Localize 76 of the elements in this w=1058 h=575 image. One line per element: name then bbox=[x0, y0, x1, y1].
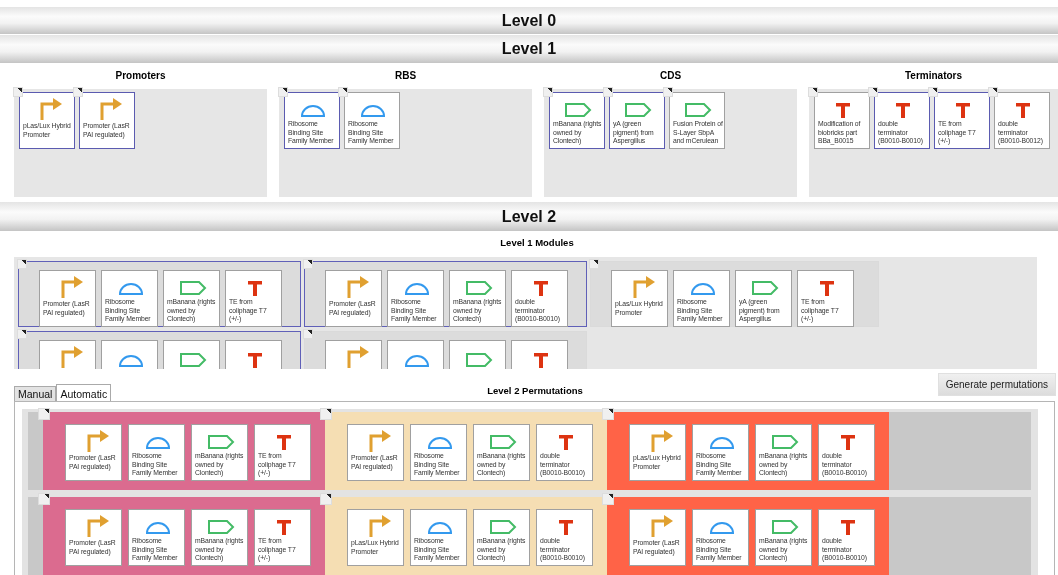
semicircle-icon bbox=[403, 282, 430, 297]
drag-handle[interactable] bbox=[38, 493, 50, 505]
terminator-icon bbox=[896, 103, 910, 119]
drag-handle[interactable] bbox=[603, 87, 613, 97]
terminator-icon bbox=[956, 103, 970, 119]
semicircle-icon bbox=[144, 521, 171, 536]
drag-handle[interactable] bbox=[868, 87, 878, 97]
tab[interactable]: Manual bbox=[14, 386, 57, 401]
pentagon-arrow-icon bbox=[178, 280, 207, 297]
semicircle-icon bbox=[426, 521, 453, 536]
drag-handle[interactable] bbox=[73, 87, 83, 97]
generate-button[interactable]: Generate permutations bbox=[937, 373, 1056, 396]
terminator-icon bbox=[533, 353, 548, 368]
pentagon-arrow-icon bbox=[178, 352, 207, 368]
category-title: Promoters bbox=[114, 69, 167, 83]
drag-handle[interactable] bbox=[278, 87, 288, 97]
drag-handle[interactable] bbox=[13, 87, 23, 97]
drag-handle[interactable] bbox=[543, 87, 553, 97]
tab[interactable]: Automatic bbox=[56, 384, 112, 401]
drag-handle[interactable] bbox=[303, 259, 313, 269]
pentagon-arrow-icon bbox=[488, 519, 517, 536]
drag-handle[interactable] bbox=[988, 87, 998, 97]
terminator-icon bbox=[247, 281, 262, 297]
category-title: CDS bbox=[658, 69, 683, 83]
terminator-icon bbox=[836, 103, 850, 119]
semicircle-icon bbox=[117, 354, 144, 368]
terminator-icon bbox=[533, 281, 548, 297]
pentagon-arrow-icon bbox=[750, 280, 779, 297]
pentagon-arrow-icon bbox=[684, 102, 712, 119]
category-title: Terminators bbox=[903, 69, 964, 83]
terminator-icon bbox=[819, 281, 834, 297]
terminator-icon bbox=[840, 520, 855, 536]
pentagon-arrow-icon bbox=[206, 519, 235, 536]
drag-handle[interactable] bbox=[38, 408, 50, 420]
terminator-icon bbox=[1016, 103, 1030, 119]
level-title: Level 2 bbox=[501, 207, 557, 226]
semicircle-icon bbox=[144, 436, 171, 451]
drag-handle[interactable] bbox=[602, 408, 614, 420]
drag-handle[interactable] bbox=[303, 329, 313, 339]
section-title: Level 1 Modules bbox=[499, 236, 575, 250]
semicircle-icon bbox=[426, 436, 453, 451]
pentagon-arrow-icon bbox=[770, 434, 799, 451]
pentagon-arrow-icon bbox=[624, 102, 652, 119]
section-title: Level 2 Permutations bbox=[487, 383, 583, 396]
level-title: Level 1 bbox=[501, 40, 557, 58]
terminator-icon bbox=[247, 353, 262, 368]
drag-handle[interactable] bbox=[663, 87, 673, 97]
drag-handle[interactable] bbox=[17, 329, 27, 339]
terminator-icon bbox=[558, 435, 573, 451]
semicircle-icon bbox=[300, 104, 326, 119]
drag-handle[interactable] bbox=[602, 493, 614, 505]
drag-handle[interactable] bbox=[589, 259, 599, 269]
category-title: RBS bbox=[393, 69, 418, 83]
pentagon-arrow-icon bbox=[564, 102, 592, 119]
drag-handle[interactable] bbox=[320, 493, 332, 505]
terminator-icon bbox=[276, 520, 291, 536]
terminator-icon bbox=[840, 435, 855, 451]
level-title: Level 0 bbox=[501, 11, 557, 30]
semicircle-icon bbox=[403, 354, 430, 368]
drag-handle[interactable] bbox=[928, 87, 938, 97]
semicircle-icon bbox=[708, 436, 735, 451]
drag-handle[interactable] bbox=[808, 87, 818, 97]
semicircle-icon bbox=[708, 521, 735, 536]
drag-handle[interactable] bbox=[320, 408, 332, 420]
pentagon-arrow-icon bbox=[464, 280, 493, 297]
semicircle-icon bbox=[689, 282, 716, 297]
terminator-icon bbox=[276, 435, 291, 451]
pentagon-arrow-icon bbox=[770, 519, 799, 536]
pentagon-arrow-icon bbox=[464, 352, 493, 368]
drag-handle[interactable] bbox=[338, 87, 348, 97]
terminator-icon bbox=[558, 520, 573, 536]
pentagon-arrow-icon bbox=[488, 434, 517, 451]
semicircle-icon bbox=[117, 282, 144, 297]
semicircle-icon bbox=[360, 104, 386, 119]
drag-handle[interactable] bbox=[17, 259, 27, 269]
pentagon-arrow-icon bbox=[206, 434, 235, 451]
